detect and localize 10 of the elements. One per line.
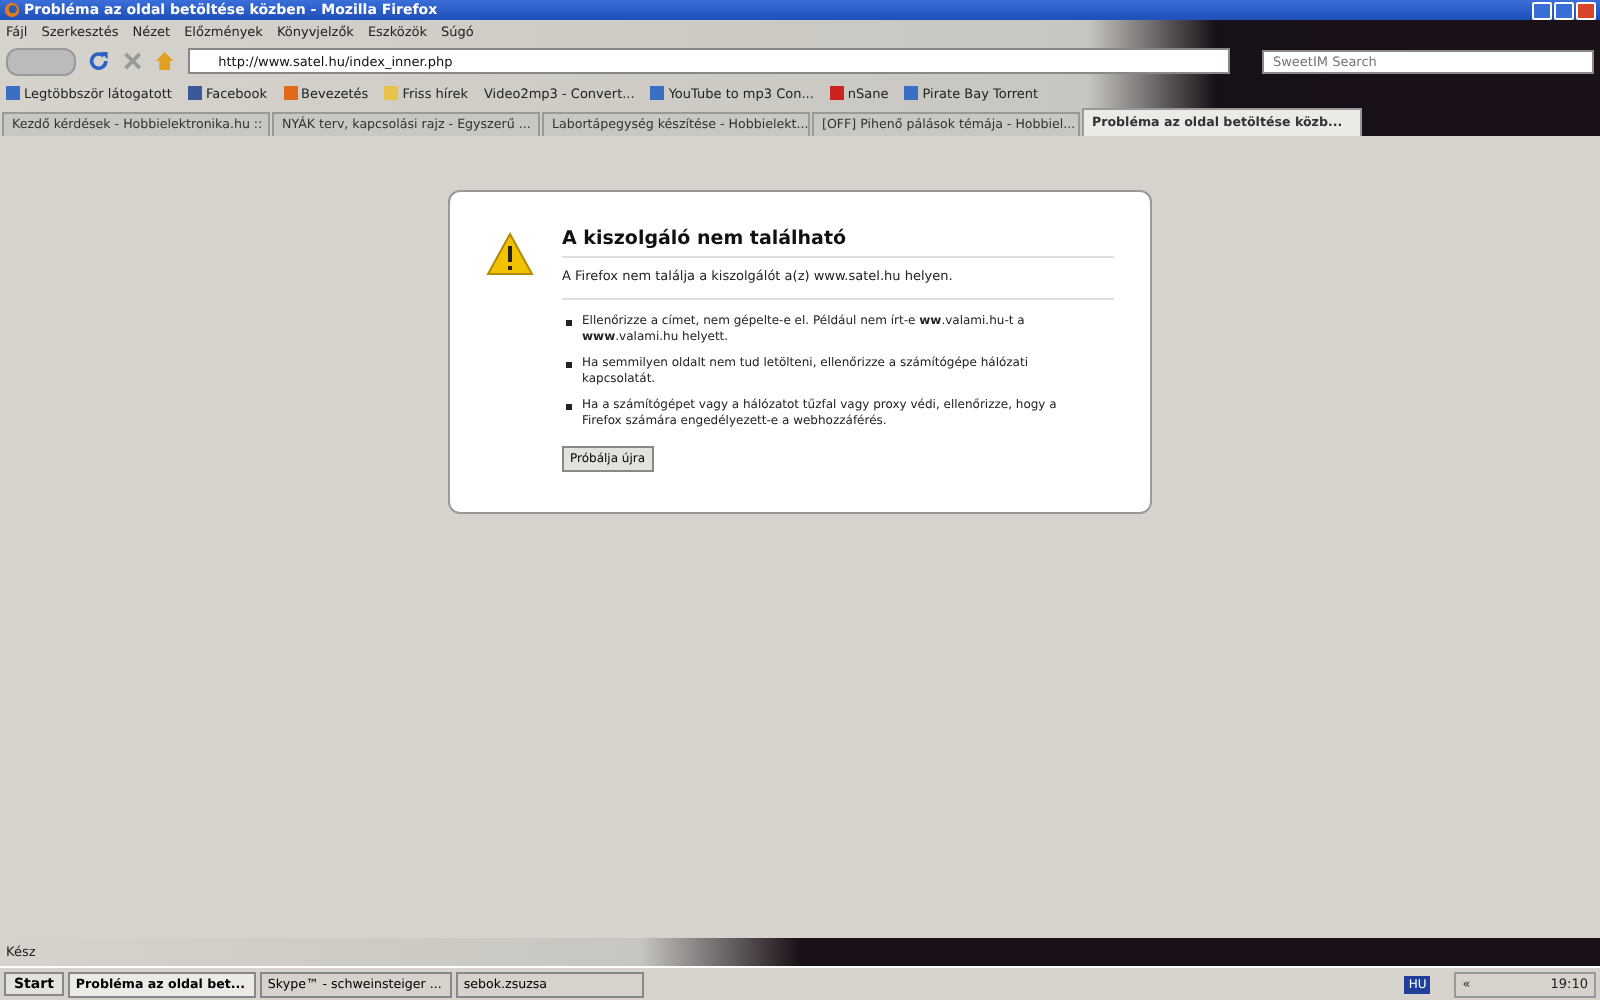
error-title: A kiszolgáló nem található [562,228,1114,258]
maximize-button[interactable] [1554,1,1574,19]
bullet-icon [566,361,572,368]
bullet-icon [566,403,572,410]
minimize-button[interactable] [1532,1,1552,19]
browser-logo-icon [4,2,20,18]
warning-icon [486,232,534,276]
bullet-icon [566,320,572,326]
close-button[interactable] [1576,1,1596,19]
reload-icon[interactable] [88,50,110,72]
